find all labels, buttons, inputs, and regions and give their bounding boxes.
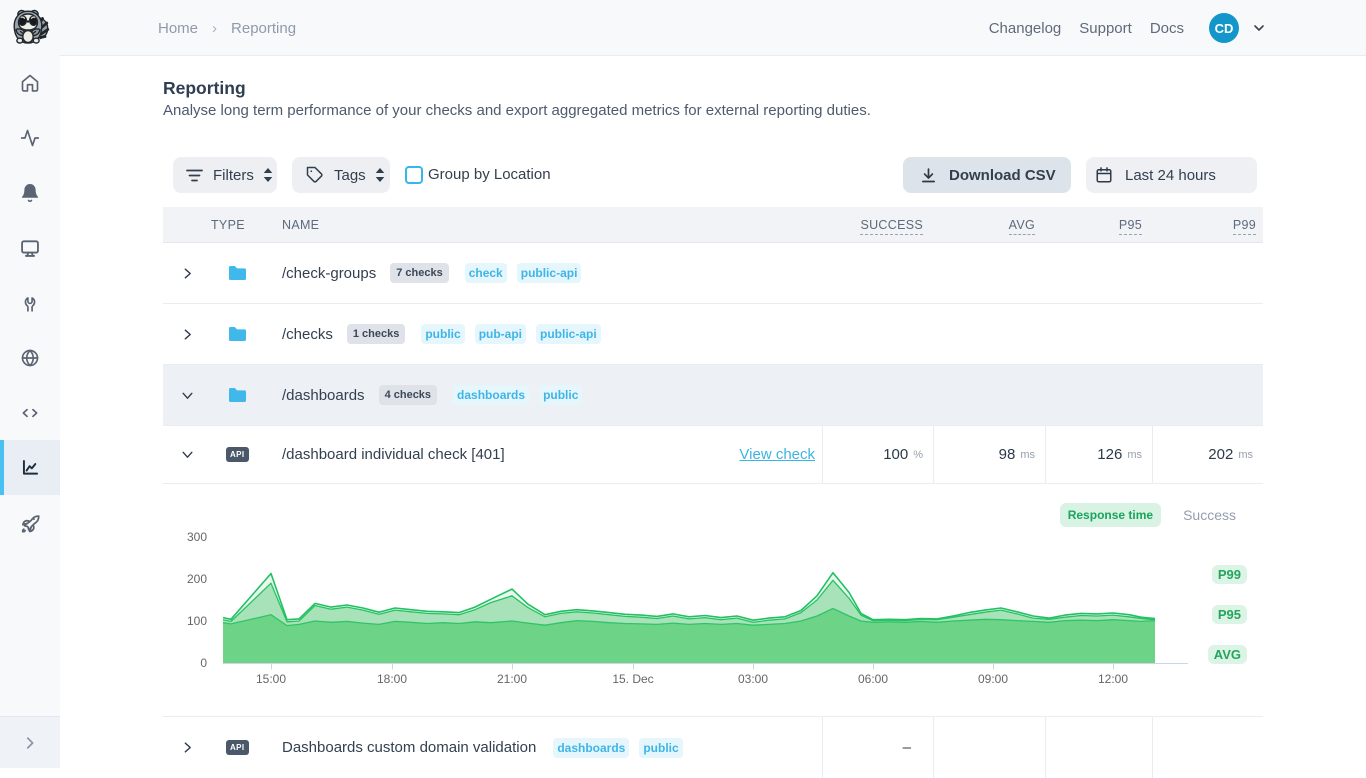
svg-text:09:00: 09:00 (978, 672, 1008, 686)
svg-text:15:00: 15:00 (256, 672, 286, 686)
svg-text:100: 100 (187, 614, 207, 628)
svg-text:15. Dec: 15. Dec (612, 672, 653, 686)
svg-text:06:00: 06:00 (858, 672, 888, 686)
svg-text:12:00: 12:00 (1098, 672, 1128, 686)
svg-text:18:00: 18:00 (377, 672, 407, 686)
svg-text:300: 300 (187, 530, 207, 544)
svg-text:200: 200 (187, 572, 207, 586)
svg-text:0: 0 (200, 656, 207, 670)
svg-text:21:00: 21:00 (497, 672, 527, 686)
svg-text:03:00: 03:00 (738, 672, 768, 686)
